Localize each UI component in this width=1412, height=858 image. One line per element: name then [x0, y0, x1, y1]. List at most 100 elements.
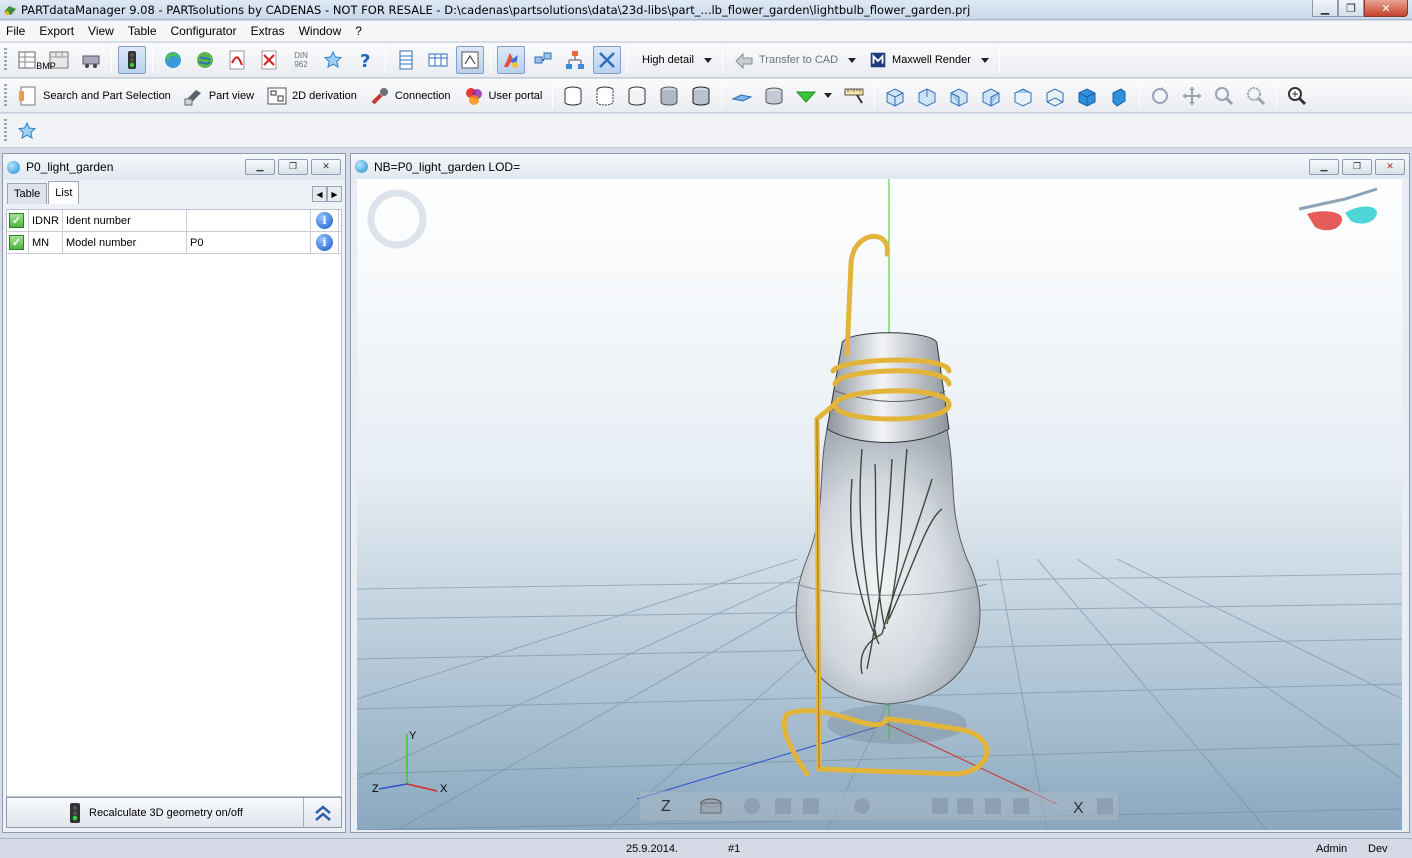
cylinder-view-1-button[interactable] [559, 82, 587, 110]
tab-list[interactable]: List [48, 181, 80, 204]
3d-viewport[interactable]: Y X Z Z X [357, 179, 1402, 830]
collapse-button[interactable] [303, 798, 341, 827]
tools-button[interactable] [593, 46, 621, 74]
zoom-fit-button[interactable] [1283, 82, 1311, 110]
tab-table[interactable]: Table [7, 183, 48, 204]
rotate-button[interactable] [1146, 82, 1174, 110]
viewport-mini-toolbar[interactable]: Z X [638, 790, 1120, 822]
viewer-minimize-icon[interactable]: ▁ [1309, 158, 1339, 175]
view-bottom-button[interactable] [1041, 82, 1069, 110]
database-button[interactable] [760, 82, 788, 110]
panel-close-icon[interactable]: ✕ [311, 159, 341, 175]
section-button[interactable] [728, 82, 756, 110]
chevron-right-icon[interactable]: ▶ [327, 186, 342, 202]
view-right-button[interactable] [977, 82, 1005, 110]
filter-button[interactable] [792, 82, 820, 110]
bmp-export-button[interactable]: BMP [36, 46, 73, 74]
view-back-button[interactable] [913, 82, 941, 110]
check-icon[interactable]: ✓ [9, 213, 24, 228]
pan-button[interactable] [1178, 82, 1206, 110]
menu-help[interactable]: ? [355, 24, 362, 38]
3d-scene[interactable]: Y X Z Z X [357, 179, 1402, 830]
measure-button[interactable] [840, 82, 868, 110]
traffic-light-icon[interactable] [67, 802, 83, 824]
cylinder-view-3-button[interactable] [623, 82, 651, 110]
zoom-button[interactable] [1210, 82, 1238, 110]
favorite-button[interactable] [319, 46, 347, 74]
panel-restore-icon[interactable]: ❐ [278, 159, 308, 175]
star-icon [323, 50, 343, 68]
param-value[interactable] [187, 210, 311, 231]
pdf-remove-button[interactable] [255, 46, 283, 74]
info-icon[interactable]: i [316, 234, 333, 251]
view-iso-button[interactable] [1073, 82, 1101, 110]
columns-button[interactable] [392, 46, 420, 74]
user-portal-button[interactable]: User portal [457, 84, 549, 108]
vehicle-button[interactable] [77, 46, 105, 74]
panel-minimize-icon[interactable]: ▁ [245, 159, 275, 175]
din-button[interactable]: DIN 962 [287, 46, 315, 74]
param-description: Ident number [63, 210, 187, 231]
toolbar-grip [4, 83, 7, 108]
minimize-icon[interactable]: ▁ [1312, 0, 1338, 17]
view-top-button[interactable] [1009, 82, 1037, 110]
table-row[interactable]: ✓ MN Model number P0 i [7, 232, 341, 254]
cylinder-solid-button[interactable] [687, 82, 715, 110]
bmp-label: BMP [36, 61, 56, 71]
structure-button[interactable] [561, 46, 589, 74]
layout-icon [461, 51, 479, 69]
search-part-selection-button[interactable]: Search and Part Selection [11, 84, 177, 108]
globe-button[interactable] [191, 46, 219, 74]
chevron-left-icon[interactable]: ◀ [312, 186, 327, 202]
viewer-restore-icon[interactable]: ❐ [1342, 158, 1372, 175]
menu-file[interactable]: File [6, 24, 25, 38]
assembly-button[interactable] [529, 46, 557, 74]
traffic-light-button[interactable] [118, 46, 146, 74]
view-iso-2-button[interactable] [1105, 82, 1133, 110]
toolbar-grip [4, 118, 7, 143]
close-icon[interactable]: ✕ [1364, 0, 1408, 17]
view-left-button[interactable] [945, 82, 973, 110]
color-button[interactable] [497, 46, 525, 74]
layout-button[interactable] [456, 46, 484, 74]
connection-button[interactable]: Connection [363, 84, 457, 108]
menu-window[interactable]: Window [299, 24, 342, 38]
info-icon[interactable]: i [316, 212, 333, 229]
menu-table[interactable]: Table [128, 24, 157, 38]
check-icon[interactable]: ✓ [9, 235, 24, 250]
cylinder-view-2-button[interactable] [591, 82, 619, 110]
detail-level-select[interactable]: High detail [632, 48, 718, 72]
ruler-icon [844, 88, 864, 104]
floor-z-label: Z [661, 798, 671, 815]
cube-view-icon [982, 87, 1000, 107]
refresh-button[interactable] [159, 46, 187, 74]
question-icon: ? [360, 51, 370, 71]
zoom-icon [1215, 86, 1234, 105]
part-view-button[interactable]: Part view [177, 84, 260, 108]
cart-icon [82, 55, 100, 68]
viewer-close-icon[interactable]: ✕ [1375, 158, 1405, 175]
cylinder-shaded-button[interactable] [655, 82, 683, 110]
chevron-down-icon[interactable] [824, 93, 833, 98]
param-value[interactable]: P0 [187, 232, 311, 253]
window-title-bar: PARTdataManager 9.08 - PARTsolutions by … [0, 0, 1412, 20]
pdf-button[interactable] [223, 46, 251, 74]
param-description: Model number [63, 232, 187, 253]
view-front-button[interactable] [881, 82, 909, 110]
2d-derivation-button[interactable]: 2D derivation [260, 84, 363, 108]
transfer-to-cad-button[interactable]: Transfer to CAD [727, 48, 862, 72]
shaded-cylinder-icon [660, 86, 678, 105]
pdf-cross-icon [261, 50, 277, 70]
maximize-icon[interactable]: ❐ [1338, 0, 1364, 17]
menu-extras[interactable]: Extras [251, 24, 285, 38]
menu-view[interactable]: View [88, 24, 114, 38]
menu-export[interactable]: Export [39, 24, 74, 38]
menu-configurator[interactable]: Configurator [171, 24, 237, 38]
rows-button[interactable] [424, 46, 452, 74]
zoom-window-button[interactable] [1242, 82, 1270, 110]
maxwell-render-button[interactable]: Maxwell Render [862, 48, 995, 72]
favorites-button[interactable] [13, 117, 41, 145]
help-button[interactable]: ? [351, 46, 379, 74]
table-row[interactable]: ✓ IDNR Ident number i [7, 210, 341, 232]
part-view-icon [184, 89, 201, 105]
